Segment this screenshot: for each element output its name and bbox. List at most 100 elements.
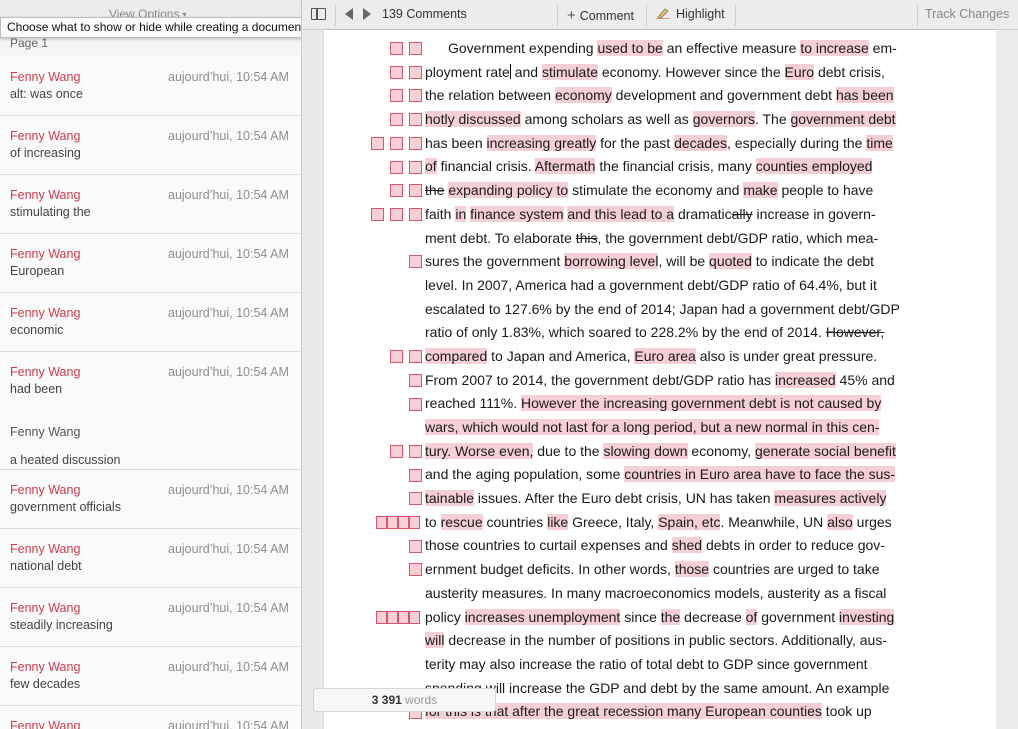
comment-marker-icon[interactable]	[390, 184, 403, 198]
highlighted-text[interactable]: borrowing level	[564, 253, 659, 270]
highlighted-text[interactable]: Euro area	[634, 347, 696, 364]
comment-marker-icon[interactable]	[387, 610, 398, 624]
comment-marker-icon[interactable]	[409, 373, 422, 387]
comment-marker-icon[interactable]	[409, 350, 422, 364]
comment-marker-icon[interactable]	[390, 207, 403, 221]
highlighted-text[interactable]: will	[425, 632, 445, 649]
comment-marker-icon[interactable]	[371, 207, 384, 221]
highlighted-text[interactable]: increases unemployment	[464, 608, 621, 625]
comment-marker-icon[interactable]	[390, 89, 403, 103]
previous-comment-icon[interactable]	[345, 8, 353, 20]
add-comment-button[interactable]: + Comment	[567, 7, 634, 24]
comment-marker-icon[interactable]	[376, 610, 387, 624]
comment-marker-icon[interactable]	[387, 516, 398, 529]
scrollbar[interactable]	[996, 30, 1018, 729]
highlighted-text[interactable]: increased	[774, 371, 836, 388]
sidebar-toggle-icon[interactable]	[311, 8, 326, 20]
highlighted-text[interactable]: countries in Euro area have to face the …	[624, 466, 896, 483]
comment-marker-icon[interactable]	[409, 136, 422, 150]
comment-item[interactable]: Fenny Wang aujourd’hui, 10:54 AM	[0, 706, 301, 729]
comment-marker-icon[interactable]	[409, 444, 422, 458]
highlighted-text[interactable]: increasing greatly	[486, 134, 597, 151]
comment-marker-icon[interactable]	[390, 444, 403, 458]
comment-item[interactable]: Fenny Wang aujourd’hui, 10:54 AM economic	[0, 293, 301, 352]
comment-marker-icon[interactable]	[409, 539, 422, 553]
highlighted-text[interactable]: Euro	[784, 63, 815, 80]
highlighted-text[interactable]: wars, which would not last for a long pe…	[425, 419, 880, 435]
comment-marker-icon[interactable]	[409, 610, 420, 624]
highlighted-text[interactable]: like	[547, 513, 569, 530]
highlighted-text[interactable]: used to be	[597, 40, 663, 56]
highlighted-text[interactable]: tury. Worse even,	[425, 442, 534, 459]
comment-marker-icon[interactable]	[409, 468, 422, 482]
highlighted-text[interactable]: to increase	[800, 40, 869, 56]
highlighted-text[interactable]: finance system	[470, 205, 564, 222]
comment-marker-icon[interactable]	[409, 65, 422, 79]
highlighted-text[interactable]: decades	[674, 134, 727, 151]
comment-marker-icon[interactable]	[390, 136, 403, 150]
track-changes-button[interactable]: Track Changes	[925, 7, 1009, 21]
comment-item[interactable]: Fenny Wang aujourd’hui, 10:54 AM of increa…	[0, 116, 301, 175]
highlighted-text[interactable]: measures actively	[774, 490, 887, 507]
comment-marker-icon[interactable]	[390, 65, 403, 79]
comment-marker-icon[interactable]	[390, 350, 403, 364]
comment-marker-icon[interactable]	[409, 563, 422, 577]
comment-item[interactable]: Fenny Wang aujourd’hui, 10:54 AM few decad…	[0, 647, 301, 706]
document-page[interactable]: Government expending used to be an effec…	[324, 30, 996, 729]
comment-item[interactable]: Fenny Wang aujourd’hui, 10:54 AM steadily …	[0, 588, 301, 647]
comment-item[interactable]: Fenny Wang aujourd’hui, 10:54 AM had been F…	[0, 352, 301, 470]
comment-marker-icon[interactable]	[390, 160, 403, 174]
highlighted-text[interactable]: of	[425, 158, 437, 175]
highlighted-text[interactable]: counties employed	[755, 158, 873, 175]
highlighted-text[interactable]: government debt	[790, 111, 896, 128]
highlighted-text[interactable]: the	[660, 608, 681, 625]
document-text[interactable]: Government expending used to be an effec…	[425, 37, 900, 724]
highlighted-text[interactable]: time	[866, 134, 893, 151]
highlighted-text[interactable]: that after the great recession many Euro…	[481, 703, 822, 720]
comment-item[interactable]: Fenny Wang aujourd’hui, 10:54 AM national …	[0, 529, 301, 588]
comment-marker-icon[interactable]	[409, 516, 420, 529]
highlighted-text[interactable]: slowing down	[603, 442, 688, 459]
highlighted-text[interactable]: has been	[835, 87, 894, 104]
highlighted-text[interactable]: rescue	[440, 513, 483, 530]
highlighted-text[interactable]: make	[743, 182, 778, 199]
highlighted-text[interactable]: of	[745, 608, 758, 625]
highlighted-text[interactable]: However the increasing government debt i…	[521, 395, 882, 412]
comment-marker-icon[interactable]	[398, 516, 409, 529]
highlighted-text[interactable]: governors	[692, 111, 755, 128]
comment-marker-icon[interactable]	[409, 160, 422, 174]
comment-item[interactable]: Fenny Wang aujourd’hui, 10:54 AM alt: was …	[0, 57, 301, 116]
highlighted-text[interactable]: stimulate	[541, 63, 598, 80]
highlighted-text[interactable]: also	[827, 513, 853, 530]
highlighted-text[interactable]: generate social benefit	[754, 442, 896, 459]
comment-marker-icon[interactable]	[376, 516, 387, 529]
highlighted-text[interactable]: tainable	[425, 490, 475, 507]
comment-marker-icon[interactable]	[409, 397, 422, 411]
highlighted-text[interactable]: those	[674, 561, 710, 578]
comment-marker-icon[interactable]	[390, 42, 403, 55]
next-comment-icon[interactable]	[363, 8, 371, 20]
highlighted-text[interactable]: hotly discussed	[425, 111, 521, 128]
comment-marker-icon[interactable]	[409, 42, 422, 55]
comment-item[interactable]: Fenny Wang aujourd’hui, 10:54 AM stimulati…	[0, 175, 301, 234]
comment-item[interactable]: Fenny Wang aujourd’hui, 10:54 AM governmen…	[0, 470, 301, 529]
highlighted-text[interactable]: shed	[671, 537, 703, 554]
highlighted-text[interactable]: and this lead to a	[567, 205, 675, 222]
comment-marker-icon[interactable]	[398, 610, 409, 624]
highlighted-text[interactable]: in	[455, 205, 467, 222]
highlighted-text[interactable]: expanding policy to	[448, 182, 569, 199]
comment-marker-icon[interactable]	[409, 207, 422, 221]
comment-item[interactable]: Fenny Wang aujourd’hui, 10:54 AM European	[0, 234, 301, 293]
comment-marker-icon[interactable]	[409, 89, 422, 103]
comment-marker-icon[interactable]	[409, 184, 422, 198]
comment-marker-icon[interactable]	[409, 113, 422, 127]
comment-marker-icon[interactable]	[409, 255, 422, 269]
highlighted-text[interactable]: quoted	[709, 253, 752, 270]
highlighted-text[interactable]: investing	[839, 608, 895, 625]
highlighted-text[interactable]: Aftermath	[534, 158, 596, 175]
highlighted-text[interactable]: Spain, etc	[658, 513, 721, 530]
highlighted-text[interactable]: economy	[554, 87, 612, 104]
highlighted-text[interactable]: compared	[425, 347, 488, 364]
comment-marker-icon[interactable]	[390, 113, 403, 127]
highlight-button[interactable]: Highlight	[656, 7, 725, 21]
